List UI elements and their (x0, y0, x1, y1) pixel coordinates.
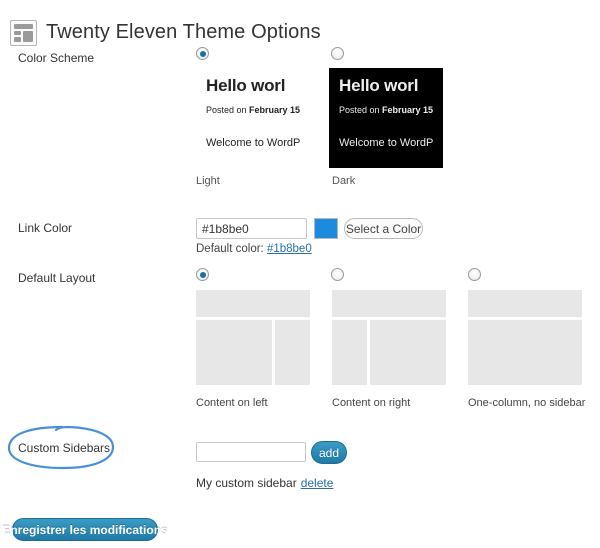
custom-sidebar-name-input[interactable] (196, 442, 306, 462)
preview-meta-date: February 15 (382, 105, 434, 115)
default-color-link[interactable]: #1b8be0 (267, 243, 312, 255)
save-changes-button[interactable]: Enregistrer les modifications (2, 518, 168, 541)
link-color-swatch[interactable] (314, 218, 338, 239)
preview-meta-prefix: Posted on (206, 105, 250, 115)
custom-sidebar-list-item: My custom sidebar delete (196, 476, 333, 490)
preview-color-scheme-dark[interactable]: Hello worl Posted on February 15 Welcome… (329, 68, 443, 168)
icon-body (14, 30, 33, 42)
thumb-layout-content-on-left[interactable] (196, 290, 310, 385)
default-color-prefix: Default color: (196, 243, 267, 255)
appearance-layout-icon (10, 19, 37, 46)
preview-meta-prefix: Posted on (339, 105, 383, 115)
add-sidebar-button[interactable]: add (311, 441, 347, 464)
caption-color-scheme-light: Light (196, 175, 220, 187)
thumb-content-block (468, 320, 582, 385)
select-a-color-button[interactable]: Select a Color (344, 218, 423, 239)
thumb-content-block (370, 320, 446, 385)
page-title: Twenty Eleven Theme Options (46, 21, 321, 44)
icon-right-panel (23, 30, 33, 42)
color-scheme-label: Color Scheme (18, 51, 95, 65)
thumb-sidebar-block (275, 320, 310, 385)
custom-sidebar-name: My custom sidebar (196, 476, 297, 490)
preview-post-meta: Posted on February 15 (206, 105, 310, 115)
radio-color-scheme-light[interactable] (196, 47, 209, 60)
thumb-layout-one-column[interactable] (468, 290, 582, 385)
radio-layout-sidebar-content[interactable] (331, 268, 344, 281)
default-layout-label: Default Layout (18, 271, 96, 285)
preview-post-meta: Posted on February 15 (339, 105, 443, 115)
caption-layout-content-on-right: Content on right (332, 397, 411, 409)
caption-layout-content-on-left: Content on left (196, 397, 268, 409)
preview-post-title: Hello worl (339, 76, 419, 95)
thumb-content-block (196, 320, 272, 385)
preview-meta-date: February 15 (249, 105, 301, 115)
thumb-header-block (196, 290, 310, 317)
delete-sidebar-link[interactable]: delete (301, 476, 334, 490)
preview-post-title: Hello worl (206, 76, 286, 95)
radio-layout-one-column[interactable] (468, 268, 481, 281)
preview-color-scheme-light[interactable]: Hello worl Posted on February 15 Welcome… (196, 68, 310, 168)
thumb-layout-content-on-right[interactable] (332, 290, 446, 385)
radio-layout-content-sidebar[interactable] (196, 268, 209, 281)
thumb-header-block (468, 290, 582, 317)
preview-post-body: Welcome to WordP (339, 137, 434, 149)
link-color-label: Link Color (18, 221, 73, 235)
radio-color-scheme-dark[interactable] (331, 47, 344, 60)
preview-post-body: Welcome to WordP (206, 137, 301, 149)
custom-sidebars-label: Custom Sidebars (18, 441, 111, 455)
link-color-input[interactable] (196, 218, 307, 239)
thumb-header-block (332, 290, 446, 317)
caption-layout-one-column: One-column, no sidebar (468, 397, 586, 409)
icon-left-column (14, 30, 21, 42)
thumb-sidebar-block (332, 320, 367, 385)
default-color-line: Default color: #1b8be0 (196, 243, 312, 255)
icon-top-bar (14, 23, 33, 29)
caption-color-scheme-dark: Dark (332, 175, 356, 187)
